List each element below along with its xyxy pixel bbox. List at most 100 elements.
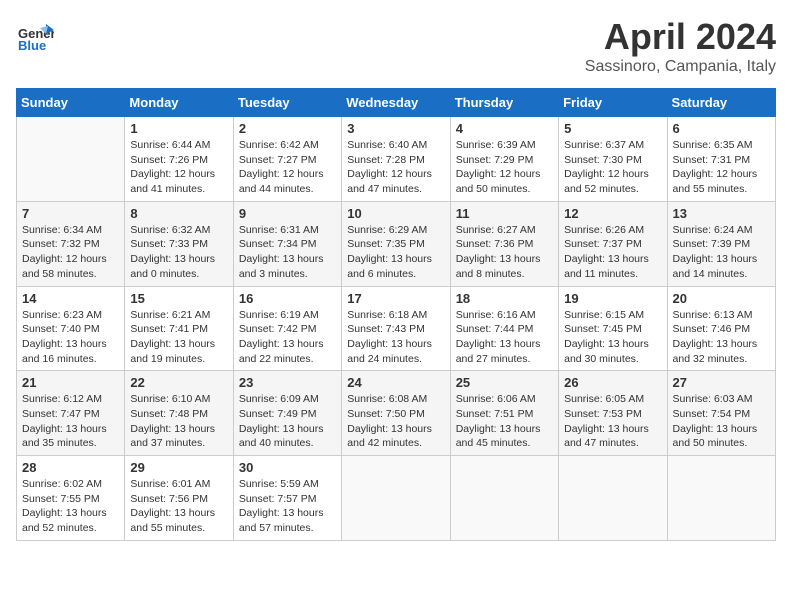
day-info: Sunrise: 6:42 AM Sunset: 7:27 PM Dayligh… <box>239 138 336 197</box>
day-header-monday: Monday <box>125 89 233 117</box>
calendar-cell: 14 Sunrise: 6:23 AM Sunset: 7:40 PM Dayli… <box>17 286 125 371</box>
day-number: 15 <box>130 291 227 306</box>
day-header-friday: Friday <box>559 89 667 117</box>
day-info: Sunrise: 6:10 AM Sunset: 7:48 PM Dayligh… <box>130 392 227 451</box>
calendar-cell: 23 Sunrise: 6:09 AM Sunset: 7:49 PM Dayli… <box>233 371 341 456</box>
day-header-sunday: Sunday <box>17 89 125 117</box>
calendar-cell: 16 Sunrise: 6:19 AM Sunset: 7:42 PM Dayli… <box>233 286 341 371</box>
calendar-cell <box>17 117 125 202</box>
day-info: Sunrise: 6:09 AM Sunset: 7:49 PM Dayligh… <box>239 392 336 451</box>
day-number: 13 <box>673 206 770 221</box>
day-number: 19 <box>564 291 661 306</box>
calendar-cell: 29 Sunrise: 6:01 AM Sunset: 7:56 PM Dayli… <box>125 456 233 541</box>
day-number: 10 <box>347 206 444 221</box>
calendar-cell: 22 Sunrise: 6:10 AM Sunset: 7:48 PM Dayli… <box>125 371 233 456</box>
day-info: Sunrise: 6:03 AM Sunset: 7:54 PM Dayligh… <box>673 392 770 451</box>
calendar-cell <box>667 456 775 541</box>
day-info: Sunrise: 6:21 AM Sunset: 7:41 PM Dayligh… <box>130 308 227 367</box>
calendar-cell: 26 Sunrise: 6:05 AM Sunset: 7:53 PM Dayli… <box>559 371 667 456</box>
day-number: 25 <box>456 375 553 390</box>
day-info: Sunrise: 6:32 AM Sunset: 7:33 PM Dayligh… <box>130 223 227 282</box>
day-info: Sunrise: 6:24 AM Sunset: 7:39 PM Dayligh… <box>673 223 770 282</box>
calendar-cell: 3 Sunrise: 6:40 AM Sunset: 7:28 PM Daylig… <box>342 117 450 202</box>
day-info: Sunrise: 6:26 AM Sunset: 7:37 PM Dayligh… <box>564 223 661 282</box>
calendar-cell: 27 Sunrise: 6:03 AM Sunset: 7:54 PM Dayli… <box>667 371 775 456</box>
day-info: Sunrise: 6:08 AM Sunset: 7:50 PM Dayligh… <box>347 392 444 451</box>
day-info: Sunrise: 6:12 AM Sunset: 7:47 PM Dayligh… <box>22 392 119 451</box>
day-info: Sunrise: 6:06 AM Sunset: 7:51 PM Dayligh… <box>456 392 553 451</box>
calendar-cell: 30 Sunrise: 5:59 AM Sunset: 7:57 PM Dayli… <box>233 456 341 541</box>
day-number: 7 <box>22 206 119 221</box>
day-number: 3 <box>347 121 444 136</box>
day-info: Sunrise: 6:01 AM Sunset: 7:56 PM Dayligh… <box>130 477 227 536</box>
day-number: 14 <box>22 291 119 306</box>
calendar-cell: 25 Sunrise: 6:06 AM Sunset: 7:51 PM Dayli… <box>450 371 558 456</box>
day-number: 30 <box>239 460 336 475</box>
calendar-cell: 19 Sunrise: 6:15 AM Sunset: 7:45 PM Dayli… <box>559 286 667 371</box>
calendar-cell: 7Sunrise: 6:34 AM Sunset: 7:32 PM Daylig… <box>17 201 125 286</box>
day-number: 29 <box>130 460 227 475</box>
day-number: 17 <box>347 291 444 306</box>
day-info: Sunrise: 6:05 AM Sunset: 7:53 PM Dayligh… <box>564 392 661 451</box>
day-info: Sunrise: 6:39 AM Sunset: 7:29 PM Dayligh… <box>456 138 553 197</box>
calendar-cell <box>450 456 558 541</box>
day-info: Sunrise: 6:13 AM Sunset: 7:46 PM Dayligh… <box>673 308 770 367</box>
calendar-cell: 21Sunrise: 6:12 AM Sunset: 7:47 PM Dayli… <box>17 371 125 456</box>
calendar-cell: 12 Sunrise: 6:26 AM Sunset: 7:37 PM Dayli… <box>559 201 667 286</box>
day-number: 28 <box>22 460 119 475</box>
calendar-table: SundayMondayTuesdayWednesdayThursdayFrid… <box>16 88 776 541</box>
calendar-cell: 28Sunrise: 6:02 AM Sunset: 7:55 PM Dayli… <box>17 456 125 541</box>
day-number: 16 <box>239 291 336 306</box>
day-info: Sunrise: 6:16 AM Sunset: 7:44 PM Dayligh… <box>456 308 553 367</box>
day-number: 12 <box>564 206 661 221</box>
day-number: 1 <box>130 121 227 136</box>
day-number: 22 <box>130 375 227 390</box>
calendar-week-2: 7Sunrise: 6:34 AM Sunset: 7:32 PM Daylig… <box>17 201 776 286</box>
calendar-cell <box>559 456 667 541</box>
day-header-wednesday: Wednesday <box>342 89 450 117</box>
day-number: 4 <box>456 121 553 136</box>
title-block: April 2024 Sassinoro, Campania, Italy <box>585 16 776 76</box>
calendar-cell: 17 Sunrise: 6:18 AM Sunset: 7:43 PM Dayli… <box>342 286 450 371</box>
calendar-cell: 8Sunrise: 6:32 AM Sunset: 7:33 PM Daylig… <box>125 201 233 286</box>
day-info: Sunrise: 6:37 AM Sunset: 7:30 PM Dayligh… <box>564 138 661 197</box>
day-number: 27 <box>673 375 770 390</box>
calendar-cell: 24Sunrise: 6:08 AM Sunset: 7:50 PM Dayli… <box>342 371 450 456</box>
calendar-cell: 1Sunrise: 6:44 AM Sunset: 7:26 PM Daylig… <box>125 117 233 202</box>
day-info: Sunrise: 5:59 AM Sunset: 7:57 PM Dayligh… <box>239 477 336 536</box>
day-number: 6 <box>673 121 770 136</box>
calendar-cell: 5 Sunrise: 6:37 AM Sunset: 7:30 PM Daylig… <box>559 117 667 202</box>
calendar-cell <box>342 456 450 541</box>
calendar-cell: 13 Sunrise: 6:24 AM Sunset: 7:39 PM Dayli… <box>667 201 775 286</box>
svg-text:Blue: Blue <box>18 38 46 53</box>
day-info: Sunrise: 6:19 AM Sunset: 7:42 PM Dayligh… <box>239 308 336 367</box>
day-info: Sunrise: 6:18 AM Sunset: 7:43 PM Dayligh… <box>347 308 444 367</box>
calendar-week-5: 28Sunrise: 6:02 AM Sunset: 7:55 PM Dayli… <box>17 456 776 541</box>
calendar-cell: 18 Sunrise: 6:16 AM Sunset: 7:44 PM Dayli… <box>450 286 558 371</box>
day-number: 26 <box>564 375 661 390</box>
logo: General Blue <box>16 16 54 54</box>
day-header-thursday: Thursday <box>450 89 558 117</box>
calendar-cell: 9Sunrise: 6:31 AM Sunset: 7:34 PM Daylig… <box>233 201 341 286</box>
calendar-week-3: 14 Sunrise: 6:23 AM Sunset: 7:40 PM Dayli… <box>17 286 776 371</box>
calendar-cell: 11 Sunrise: 6:27 AM Sunset: 7:36 PM Dayli… <box>450 201 558 286</box>
day-info: Sunrise: 6:40 AM Sunset: 7:28 PM Dayligh… <box>347 138 444 197</box>
calendar-cell: 2 Sunrise: 6:42 AM Sunset: 7:27 PM Daylig… <box>233 117 341 202</box>
calendar-week-1: 1Sunrise: 6:44 AM Sunset: 7:26 PM Daylig… <box>17 117 776 202</box>
day-info: Sunrise: 6:23 AM Sunset: 7:40 PM Dayligh… <box>22 308 119 367</box>
day-info: Sunrise: 6:35 AM Sunset: 7:31 PM Dayligh… <box>673 138 770 197</box>
day-number: 5 <box>564 121 661 136</box>
day-info: Sunrise: 6:31 AM Sunset: 7:34 PM Dayligh… <box>239 223 336 282</box>
day-header-tuesday: Tuesday <box>233 89 341 117</box>
day-info: Sunrise: 6:29 AM Sunset: 7:35 PM Dayligh… <box>347 223 444 282</box>
day-info: Sunrise: 6:27 AM Sunset: 7:36 PM Dayligh… <box>456 223 553 282</box>
calendar-body: 1Sunrise: 6:44 AM Sunset: 7:26 PM Daylig… <box>17 117 776 541</box>
day-number: 18 <box>456 291 553 306</box>
day-number: 20 <box>673 291 770 306</box>
day-number: 11 <box>456 206 553 221</box>
day-info: Sunrise: 6:15 AM Sunset: 7:45 PM Dayligh… <box>564 308 661 367</box>
calendar-cell: 6 Sunrise: 6:35 AM Sunset: 7:31 PM Daylig… <box>667 117 775 202</box>
day-number: 2 <box>239 121 336 136</box>
day-number: 23 <box>239 375 336 390</box>
calendar-cell: 10 Sunrise: 6:29 AM Sunset: 7:35 PM Dayli… <box>342 201 450 286</box>
